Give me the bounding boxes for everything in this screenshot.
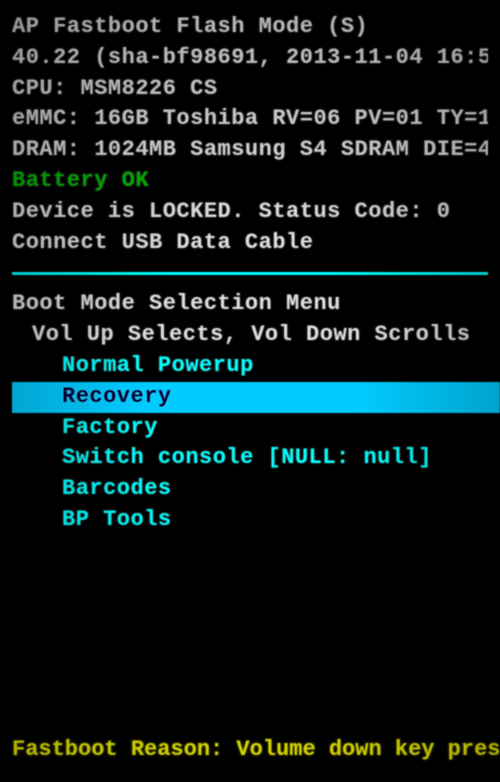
cpu-line: CPU: MSM8226 CS	[12, 74, 488, 105]
menu-item[interactable]: Switch console [NULL: null]	[62, 443, 488, 474]
emmc-line: eMMC: 16GB Toshiba RV=06 PV=01 TY=17	[12, 104, 488, 135]
version-line: 40.22 (sha-bf98691, 2013-11-04 16:56:	[12, 43, 488, 74]
menu-items: Normal PowerupRecoveryFactorySwitch cons…	[12, 351, 488, 536]
lock-status: Device is LOCKED. Status Code: 0	[12, 197, 488, 228]
fastboot-reason: Fastboot Reason: Volume down key pres	[12, 737, 500, 762]
divider	[12, 272, 488, 275]
menu-item[interactable]: Normal Powerup	[62, 351, 488, 382]
battery-status: Battery OK	[12, 166, 488, 197]
menu-instructions: Vol Up Selects, Vol Down Scrolls	[12, 320, 488, 351]
usb-prompt: Connect USB Data Cable	[12, 228, 488, 259]
dram-line: DRAM: 1024MB Samsung S4 SDRAM DIE=4Gb	[12, 135, 488, 166]
menu-item[interactable]: Recovery	[12, 382, 500, 413]
menu-item[interactable]: BP Tools	[62, 505, 488, 536]
mode-line: AP Fastboot Flash Mode (S)	[12, 12, 488, 43]
menu-item[interactable]: Barcodes	[62, 474, 488, 505]
menu-item[interactable]: Factory	[62, 413, 488, 444]
menu-title: Boot Mode Selection Menu	[12, 289, 488, 320]
